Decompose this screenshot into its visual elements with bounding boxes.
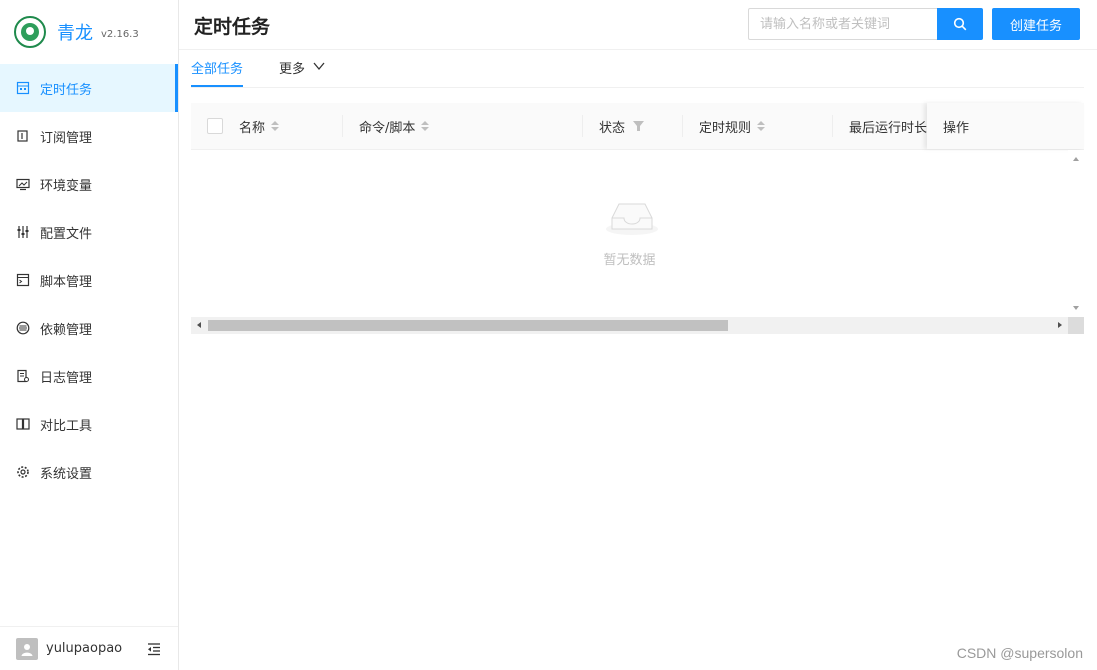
scroll-down-arrow-icon[interactable] [1072,305,1080,311]
column-header-ops: 操作 [943,103,969,149]
sort-icon[interactable] [421,121,430,131]
sidebar-item-label: 定时任务 [40,82,93,98]
scrollbar-thumb[interactable] [208,320,728,331]
sidebar-item-label: 系统设置 [40,466,93,482]
watermark: CSDN @supersolon [956,645,1083,661]
sidebar-item-label: 脚本管理 [40,274,93,290]
avatar[interactable] [16,637,38,660]
column-label: 定时规则 [699,120,752,136]
chevron-down-icon [313,62,325,71]
column-divider [682,115,683,137]
sidebar-item-label: 对比工具 [40,418,93,434]
qinglong-logo [14,16,46,48]
sidebar-item-cron-tasks[interactable]: 定时任务 [0,64,178,112]
filter-icon[interactable] [633,121,645,131]
brand-name: 青龙 [57,23,93,44]
column-label: 操作 [943,120,970,136]
sidebar-item-label: 日志管理 [40,370,93,386]
sliders-icon [16,225,30,239]
column-divider [582,115,583,137]
sidebar: 青龙 v2.16.3 定时任务 订阅管理 环境变量 配置文件 脚本管理 依赖管理… [0,0,179,670]
scroll-up-arrow-icon[interactable] [1072,156,1080,162]
empty-state: 暂无数据 [191,150,1068,317]
table-header: 名称 命令/脚本 状态 定时规则 最后运行时长 操作 [191,103,1084,150]
column-header-ops-wrap: 操作 [927,103,1084,149]
sidebar-item-label: 环境变量 [40,178,93,194]
gear-icon [16,465,30,479]
username[interactable]: yulupaopao [46,641,122,656]
subscription-icon [16,129,30,143]
menu-fold-icon[interactable] [146,641,162,657]
search-box [748,8,984,40]
sidebar-item-settings[interactable]: 系统设置 [0,448,178,496]
page-header: 定时任务 创建任务 [179,0,1097,50]
column-header-name[interactable]: 名称 [239,103,280,149]
scrollbar-corner [1068,317,1084,334]
sidebar-item-label: 配置文件 [40,226,93,242]
search-icon [953,17,967,31]
table-body: 暂无数据 [191,150,1068,317]
checkbox[interactable] [207,118,223,134]
page-title: 定时任务 [194,16,271,38]
empty-text: 暂无数据 [603,253,656,268]
sidebar-item-label: 订阅管理 [40,130,93,146]
column-header-last-run[interactable]: 最后运行时长 [849,103,927,149]
column-header-status[interactable]: 状态 [599,103,645,149]
vertical-scrollbar[interactable] [1068,150,1084,317]
brand: 青龙 v2.16.3 [14,16,139,48]
scroll-left-arrow-icon[interactable] [196,321,202,329]
main-content: 定时任务 创建任务 全部任务 更多 名称 命 [179,0,1097,670]
task-tabs: 全部任务 更多 [191,52,1084,88]
sidebar-item-dependencies[interactable]: 依赖管理 [0,304,178,352]
horizontal-scrollbar[interactable] [191,317,1068,334]
diff-icon [16,417,30,431]
monitor-icon [16,177,30,191]
column-label: 最后运行时长 [849,120,927,136]
sort-icon[interactable] [271,121,280,131]
sidebar-item-subscriptions[interactable]: 订阅管理 [0,112,178,160]
select-all-checkbox[interactable] [207,103,223,149]
layers-icon [16,321,30,335]
user-bar: yulupaopao [0,626,178,670]
create-task-button[interactable]: 创建任务 [992,8,1080,40]
version-label: v2.16.3 [101,28,139,40]
tab-all-tasks[interactable]: 全部任务 [191,58,244,87]
tab-label: 全部任务 [191,62,244,77]
sidebar-item-diff-tool[interactable]: 对比工具 [0,400,178,448]
column-header-schedule[interactable]: 定时规则 [699,103,766,149]
calendar-icon [16,81,30,95]
column-label: 命令/脚本 [359,120,416,136]
sidebar-item-config-files[interactable]: 配置文件 [0,208,178,256]
sidebar-item-scripts[interactable]: 脚本管理 [0,256,178,304]
tab-more-dropdown[interactable]: 更多 [279,58,325,86]
tasks-table: 名称 命令/脚本 状态 定时规则 最后运行时长 操作 暂无数据 [191,103,1084,334]
column-divider [832,115,833,137]
sidebar-item-label: 依赖管理 [40,322,93,338]
column-header-command[interactable]: 命令/脚本 [359,103,430,149]
sidebar-item-logs[interactable]: 日志管理 [0,352,178,400]
empty-inbox-icon [606,203,658,235]
column-divider [342,115,343,137]
tab-label: 更多 [279,62,306,77]
search-button[interactable] [937,8,983,40]
sort-icon[interactable] [757,121,766,131]
column-label: 名称 [239,120,266,136]
sidebar-menu: 定时任务 订阅管理 环境变量 配置文件 脚本管理 依赖管理 日志管理 对比工具 … [0,64,178,496]
log-file-icon [16,369,30,383]
search-input[interactable] [748,8,937,40]
sidebar-item-env-vars[interactable]: 环境变量 [0,160,178,208]
terminal-icon [16,273,30,287]
scroll-right-arrow-icon[interactable] [1057,321,1063,329]
column-label: 状态 [599,120,626,136]
